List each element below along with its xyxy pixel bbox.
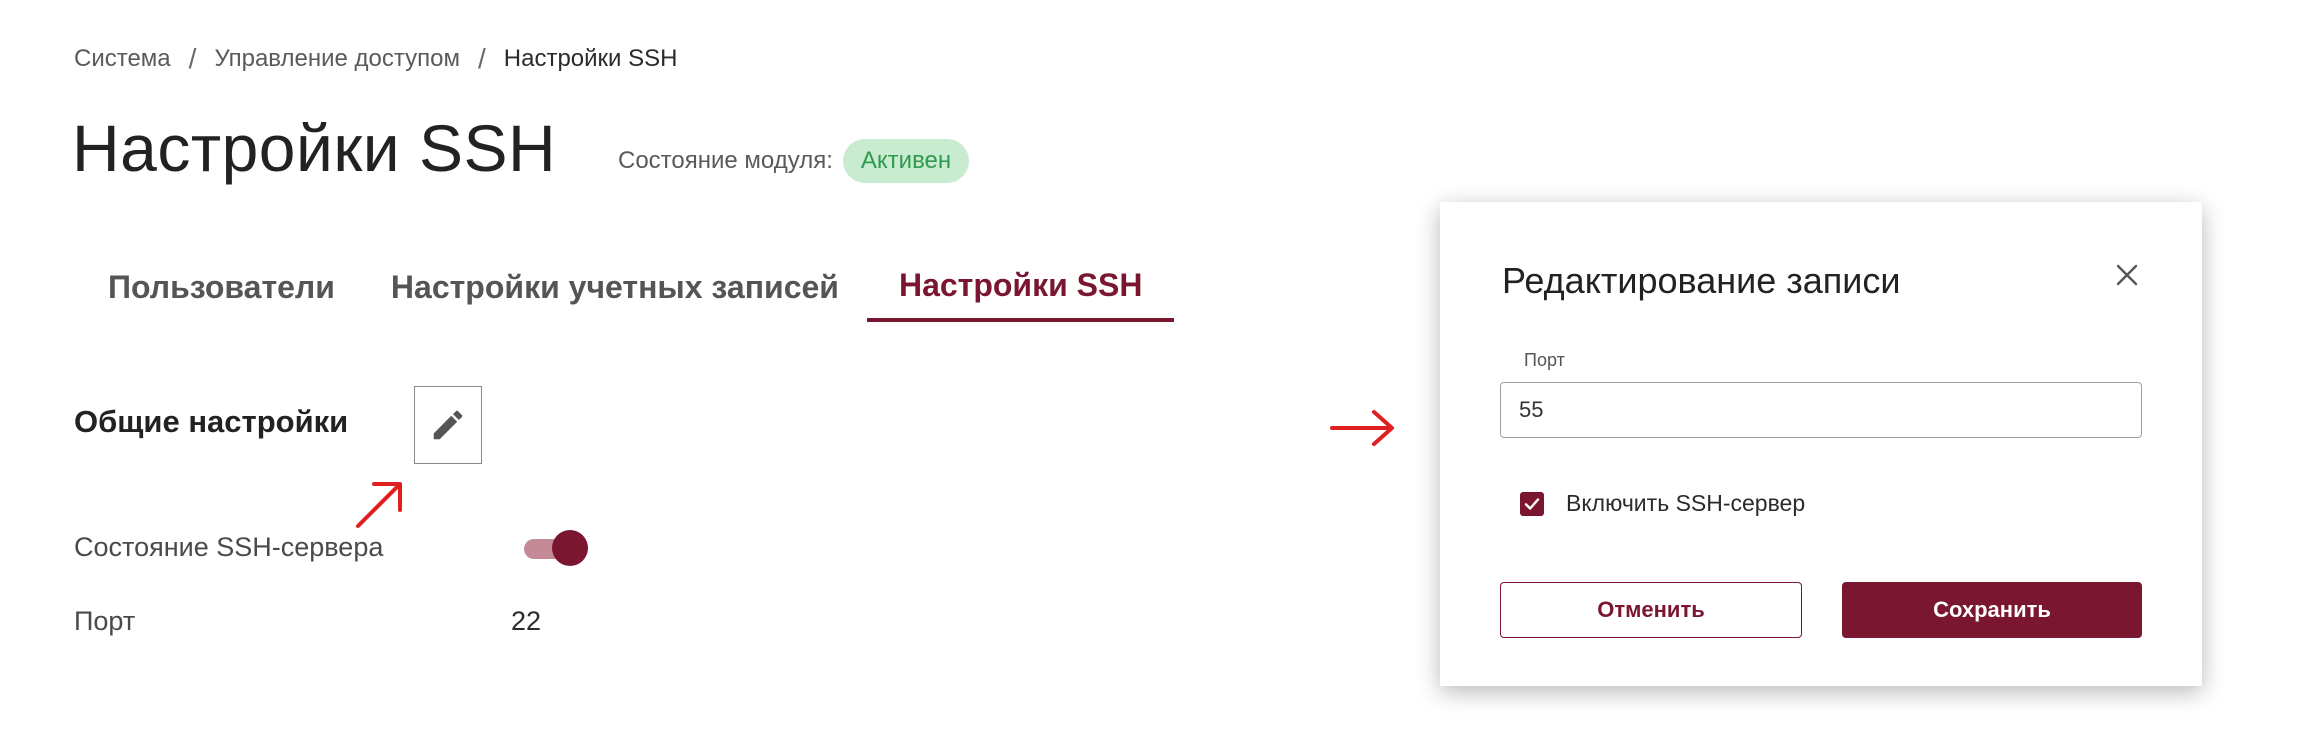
port-value: 22 xyxy=(511,606,542,636)
breadcrumb-separator: / xyxy=(477,43,486,74)
save-button[interactable]: Сохранить xyxy=(1842,582,2142,638)
breadcrumb-separator: / xyxy=(188,43,197,74)
breadcrumb-item-current: Настройки SSH xyxy=(503,45,678,72)
edit-record-dialog: Редактирование записи Порт Включить SSH-… xyxy=(1440,202,2202,686)
port-field-label: Порт xyxy=(1524,350,1565,370)
toggle-knob xyxy=(552,530,588,566)
module-state: Состояние модуля: Активен xyxy=(618,138,970,184)
pencil-icon xyxy=(433,410,463,440)
module-state-label: Состояние модуля: xyxy=(618,147,833,174)
breadcrumb-item-access-management[interactable]: Управление доступом xyxy=(214,45,460,73)
breadcrumb: Система / Управление доступом / Настройк… xyxy=(74,42,677,76)
tab-bar: Пользователи Настройки учетных записей Н… xyxy=(80,252,1175,326)
enable-ssh-label[interactable]: Включить SSH-сервер xyxy=(1566,490,1805,517)
annotation-arrow-right xyxy=(1330,410,1394,446)
port-input[interactable] xyxy=(1500,382,2142,438)
check-icon xyxy=(1524,498,1540,510)
dialog-title: Редактирование записи xyxy=(1502,260,1901,301)
section-title: Общие настройки xyxy=(74,404,349,439)
ssh-state-label: Состояние SSH-сервера xyxy=(74,532,384,562)
tab-account-settings[interactable]: Настройки учетных записей xyxy=(363,252,867,322)
edit-button[interactable] xyxy=(414,386,482,464)
breadcrumb-item-system[interactable]: Система xyxy=(74,45,171,73)
page-title: Настройки SSH xyxy=(72,111,557,185)
enable-ssh-checkbox[interactable] xyxy=(1520,492,1544,516)
port-label: Порт xyxy=(74,606,136,636)
ssh-state-toggle[interactable] xyxy=(522,530,588,566)
close-button[interactable] xyxy=(2110,258,2144,292)
tab-ssh-settings[interactable]: Настройки SSH xyxy=(866,252,1175,322)
cancel-button[interactable]: Отменить xyxy=(1500,582,1802,638)
tab-users[interactable]: Пользователи xyxy=(80,252,363,322)
status-badge: Активен xyxy=(842,139,970,183)
annotation-arrow-diagonal xyxy=(356,482,402,528)
close-icon xyxy=(2116,264,2138,286)
